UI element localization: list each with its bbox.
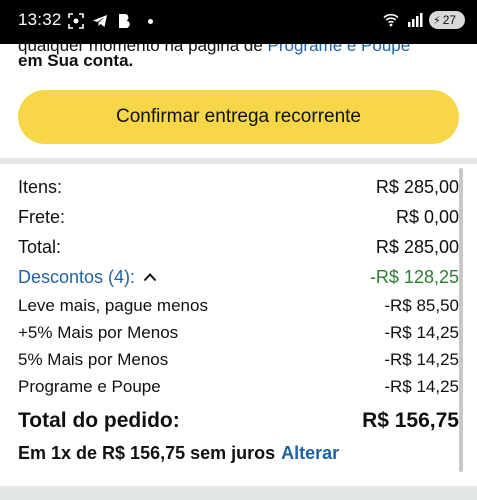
- chevron-up-icon: [143, 273, 157, 282]
- discount-value: -R$ 85,50: [384, 295, 459, 315]
- discount-label: 5% Mais por Menos: [18, 349, 169, 369]
- battery-icon: ⚡ 27: [429, 11, 465, 29]
- order-total-value: R$ 156,75: [362, 409, 459, 432]
- status-icons-right: ⚡ 27: [381, 11, 465, 29]
- telegram-icon: [93, 15, 107, 27]
- status-icons-left: [68, 13, 153, 29]
- order-total-row: Total do pedido: R$ 156,75: [18, 404, 459, 438]
- status-time: 13:32: [18, 10, 62, 29]
- total-label: Total:: [18, 236, 62, 257]
- wifi-icon: [383, 13, 399, 27]
- discount-row: +5% Mais por Menos -R$ 14,25: [18, 319, 459, 346]
- screenshot-icon: [68, 13, 84, 29]
- discount-value: -R$ 14,25: [384, 349, 459, 369]
- scrollbar[interactable]: [459, 168, 463, 472]
- discounts-toggle[interactable]: Descontos (4):: [18, 267, 157, 288]
- order-summary: Itens: R$ 285,00 Frete: R$ 0,00 Total: R…: [18, 172, 459, 468]
- items-row: Itens: R$ 285,00: [18, 172, 459, 202]
- discounts-toggle-row[interactable]: Descontos (4): -R$ 128,25: [18, 262, 459, 292]
- change-installment-link[interactable]: Alterar: [281, 443, 339, 463]
- dot-icon: [148, 18, 153, 24]
- notice-line-2: em Sua conta.: [18, 51, 134, 70]
- battery-level: 27: [442, 13, 457, 27]
- total-row: Total: R$ 285,00: [18, 232, 459, 262]
- discounts-total-value: -R$ 128,25: [369, 266, 459, 287]
- discounts-label: Descontos (4):: [18, 266, 136, 287]
- section-divider: [0, 158, 477, 164]
- shipping-label: Frete:: [18, 206, 66, 227]
- installment-text: Em 1x de R$ 156,75 sem juros: [18, 442, 276, 463]
- bottom-divider: [0, 486, 477, 500]
- items-label: Itens:: [18, 176, 63, 197]
- discount-label: +5% Mais por Menos: [18, 322, 179, 342]
- discount-value: -R$ 14,25: [384, 322, 459, 342]
- items-value: R$ 285,00: [375, 176, 459, 197]
- b-app-icon: [119, 14, 130, 29]
- discount-value: -R$ 14,25: [384, 376, 459, 396]
- signal-icon: [408, 13, 423, 27]
- discount-label: Programe e Poupe: [18, 376, 161, 396]
- status-bar: 13:32 ⚡ 27: [0, 0, 477, 44]
- discount-row: Programe e Poupe -R$ 14,25: [18, 373, 459, 400]
- total-value: R$ 285,00: [375, 236, 459, 257]
- shipping-value: R$ 0,00: [395, 206, 459, 227]
- order-total-label: Total do pedido:: [18, 409, 180, 432]
- installment-row: Em 1x de R$ 156,75 sem juros Alterar: [18, 438, 459, 468]
- shipping-row: Frete: R$ 0,00: [18, 202, 459, 232]
- discount-row: Leve mais, pague menos -R$ 85,50: [18, 292, 459, 319]
- discount-row: 5% Mais por Menos -R$ 14,25: [18, 346, 459, 373]
- confirm-recurring-delivery-button[interactable]: Confirmar entrega recorrente: [18, 90, 459, 144]
- bolt-icon: ⚡: [433, 14, 441, 27]
- discount-label: Leve mais, pague menos: [18, 295, 208, 315]
